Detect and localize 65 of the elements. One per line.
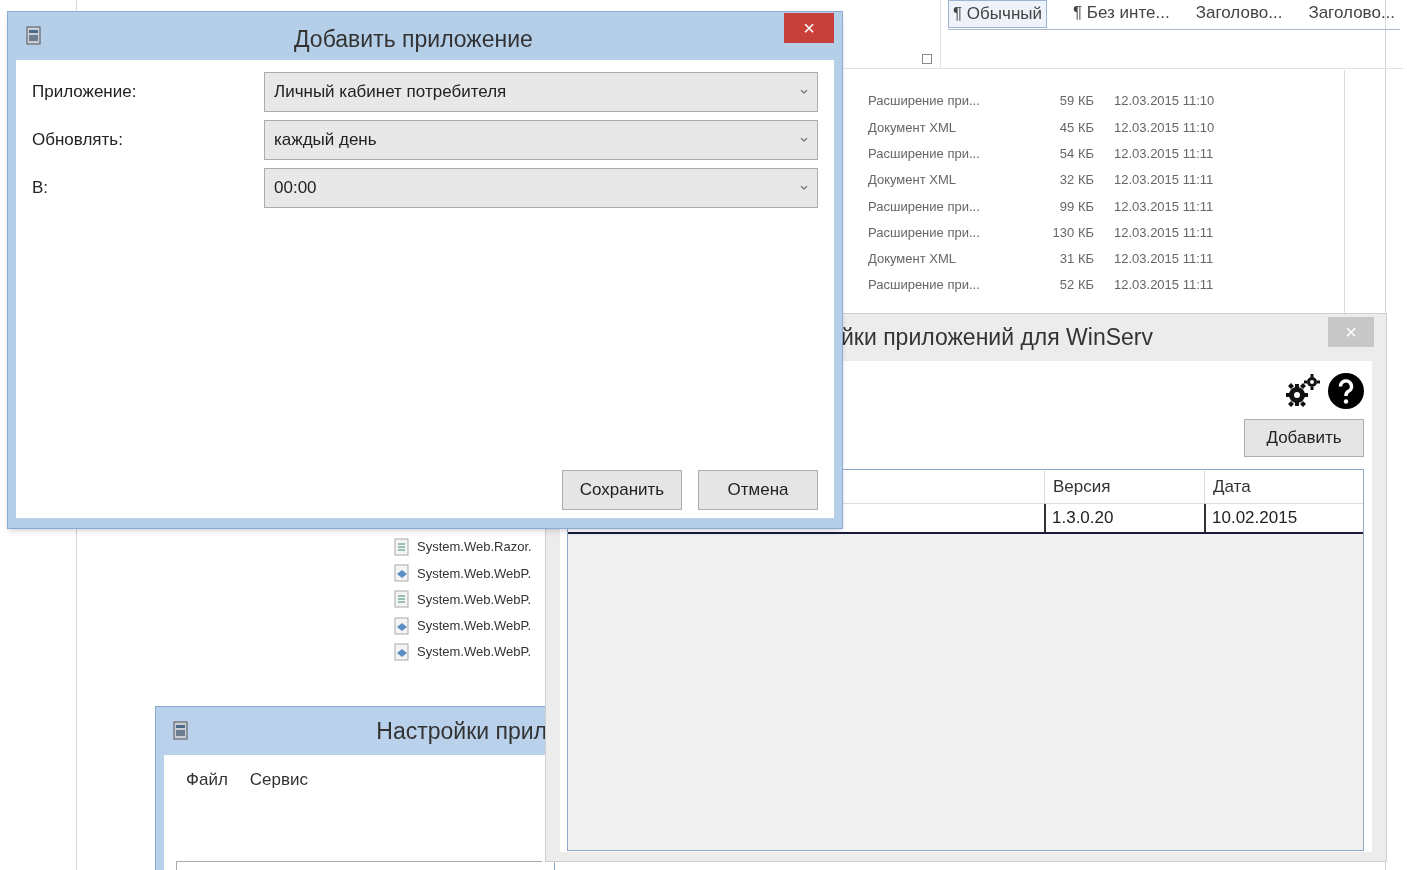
file-size-text: 52 КБ (1058, 276, 1094, 295)
file-name-text[interactable]: System.Web.WebP. (417, 563, 532, 584)
file-name-text[interactable]: System.Web.WebP. (417, 615, 532, 636)
dropdown[interactable]: каждый день (264, 120, 818, 160)
table-cell: 10.02.2015 (1204, 504, 1363, 532)
file-date-text: 12.03.2015 11:10 (1114, 92, 1215, 111)
file-type-text: Расширение при... (868, 92, 981, 111)
file-size-text: 54 КБ (1058, 145, 1094, 163)
app-icon (24, 25, 44, 47)
column-header[interactable]: Версия (1044, 470, 1204, 503)
assembly-file-icon (393, 616, 411, 635)
file-type-text: Документ XML (868, 118, 957, 137)
caret-icon (800, 185, 808, 191)
dropdown[interactable]: 00:00 (264, 168, 818, 208)
menu-item[interactable]: Сервис (249, 767, 308, 793)
file-size-text: 31 КБ (1058, 250, 1094, 269)
text-file-icon (393, 538, 411, 557)
style-gallery-item[interactable]: ¶ Обычный (948, 0, 1047, 28)
file-size-text: 99 КБ (1058, 197, 1094, 216)
dialog-title: Добавить приложение (294, 25, 533, 54)
close-button[interactable]: × (784, 13, 834, 43)
assembly-file-icon (393, 642, 411, 661)
file-date-text: 12.03.2015 11:11 (1114, 223, 1214, 242)
file-name-text[interactable]: System.Web.Razor. (417, 537, 532, 557)
app-icon (171, 720, 191, 742)
dialog-launcher-icon[interactable] (922, 54, 932, 64)
help-icon[interactable] (1328, 373, 1364, 409)
window-title: йки приложений для WinServ (841, 323, 1153, 353)
file-type-text: Расширение при... (868, 145, 981, 163)
style-gallery-item[interactable]: ¶ Без инте... (1073, 0, 1170, 28)
file-date-text: 12.03.2015 11:11 (1114, 250, 1214, 269)
file-type-text: Расширение при... (868, 276, 981, 295)
file-name-text[interactable]: System.Web.WebP. (417, 589, 532, 610)
file-size-text: 45 КБ (1058, 118, 1094, 137)
assembly-file-icon (393, 564, 411, 583)
field-label: Обновлять: (32, 129, 124, 152)
file-type-text: Расширение при... (868, 223, 981, 242)
table-cell: 1.3.0.20 (1044, 504, 1204, 532)
file-name-text[interactable]: System.Web.WebP. (417, 642, 532, 662)
file-type-text: Расширение при... (868, 197, 981, 216)
file-date-text: 12.03.2015 11:11 (1114, 171, 1214, 190)
field-label: В: (32, 177, 50, 200)
text-file-icon (393, 590, 411, 609)
dialog-button[interactable]: Отмена (698, 470, 818, 510)
add-button[interactable]: Добавить (1244, 419, 1364, 457)
file-type-text: Документ XML (868, 171, 957, 190)
file-date-text: 12.03.2015 11:11 (1114, 197, 1214, 216)
file-size-text: 59 КБ (1058, 92, 1094, 111)
file-date-text: 12.03.2015 11:11 (1114, 145, 1214, 163)
caret-icon (800, 137, 808, 143)
dropdown[interactable]: Личный кабинет потребителя (264, 72, 818, 112)
column-header[interactable]: Дата (1204, 470, 1363, 503)
style-gallery-item[interactable]: Заголово... (1195, 0, 1283, 28)
gears-icon[interactable] (1284, 373, 1322, 409)
field-label: Приложение: (32, 81, 138, 104)
file-date-text: 12.03.2015 11:10 (1114, 118, 1215, 137)
caret-icon (800, 89, 808, 95)
menu-item[interactable]: Файл (186, 767, 228, 793)
file-type-text: Документ XML (868, 250, 957, 269)
file-size-text: 130 КБ (1051, 223, 1094, 242)
style-gallery-item[interactable]: Заголово... (1308, 0, 1396, 28)
dialog-button[interactable]: Сохранить (562, 470, 682, 510)
window-title: Настройки прил (376, 716, 547, 746)
file-size-text: 32 КБ (1058, 171, 1094, 190)
file-date-text: 12.03.2015 11:11 (1114, 276, 1214, 295)
